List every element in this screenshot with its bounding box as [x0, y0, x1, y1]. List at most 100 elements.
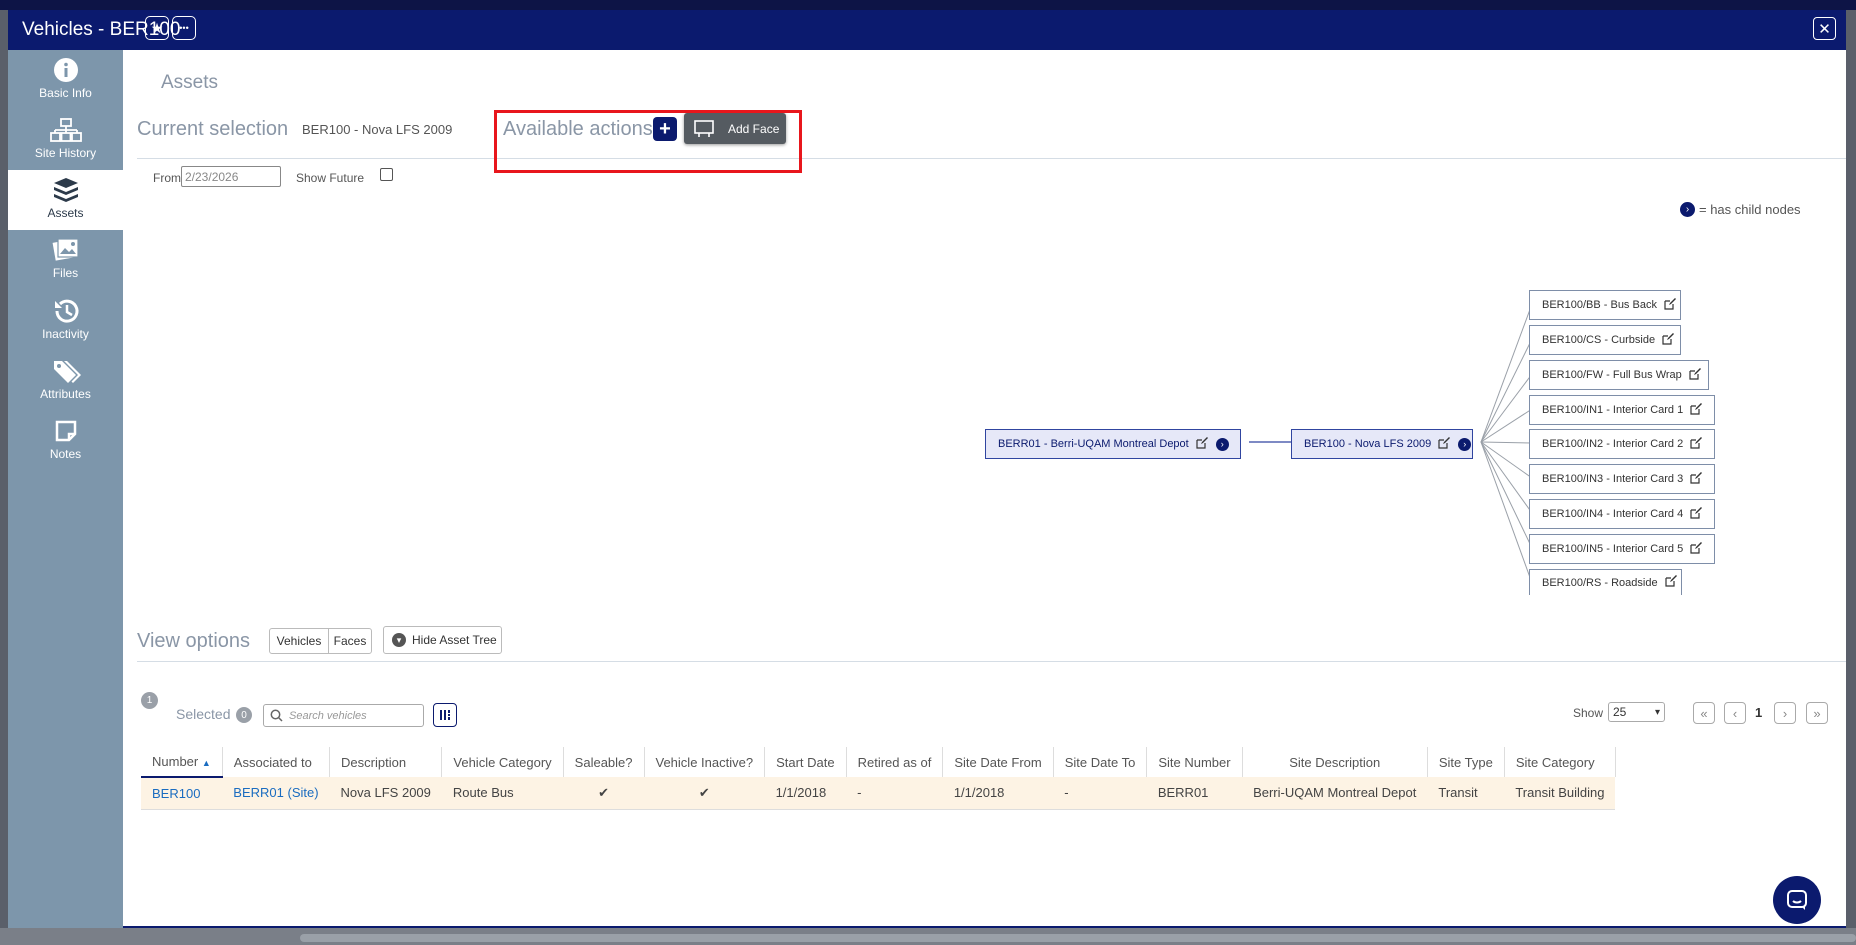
node-label: BER100/FW - Full Bus Wrap [1542, 369, 1682, 381]
horizontal-scrollbar[interactable] [300, 934, 1856, 942]
sidebar-item-notes[interactable]: Notes [8, 411, 123, 471]
node-label: BER100/CS - Curbside [1542, 334, 1656, 346]
column-header-associated-to[interactable]: Associated to [222, 747, 331, 777]
node-label: BER100/RS - Roadside [1542, 576, 1658, 589]
cell-associated-to[interactable]: BERR01 (Site) [222, 777, 330, 810]
edit-icon[interactable] [1662, 332, 1675, 348]
sidebar-item-site-history[interactable]: Site History [8, 110, 123, 170]
tree-node-face[interactable]: BER100/IN5 - Interior Card 5 [1529, 534, 1715, 564]
edit-icon[interactable] [1690, 471, 1703, 487]
edit-icon[interactable] [1438, 436, 1451, 452]
more-options-button[interactable]: ••• [172, 16, 196, 40]
cell-number[interactable]: BER100 [141, 777, 223, 810]
cell-site-description: Berri-UQAM Montreal Depot [1242, 777, 1428, 810]
divider [137, 661, 1846, 662]
sidebar-item-basic-info[interactable]: Basic Info [8, 50, 123, 110]
column-header-start-date[interactable]: Start Date [764, 747, 847, 777]
tree-node-face[interactable]: BER100/IN1 - Interior Card 1 [1529, 395, 1715, 425]
chat-icon [1787, 890, 1807, 910]
edit-icon[interactable] [1664, 297, 1676, 313]
history-clock-icon [54, 299, 78, 323]
title-bar: Vehicles - BER100 ★ ••• ✕ [8, 10, 1846, 50]
table-row[interactable]: BER100 BERR01 (Site) Nova LFS 2009 Route… [141, 777, 1616, 810]
cell-start-date: 1/1/2018 [764, 777, 847, 810]
cell-vehicle-category: Route Bus [441, 777, 564, 810]
sidebar-item-files[interactable]: Files [8, 230, 123, 290]
tree-node-face[interactable]: BER100/RS - Roadside [1529, 569, 1682, 595]
column-header-description[interactable]: Description [329, 747, 443, 777]
chevron-down-icon: ▾ [392, 633, 406, 647]
sidebar-item-inactivity[interactable]: Inactivity [8, 291, 123, 351]
node-label: BER100/IN2 - Interior Card 2 [1542, 438, 1684, 450]
view-faces-button[interactable]: Faces [328, 628, 372, 654]
star-icon: ★ [150, 19, 164, 36]
close-icon: ✕ [1818, 20, 1831, 38]
table-header-row: Number ▲ Associated to Description Vehic… [141, 747, 1616, 778]
edit-icon[interactable] [1664, 575, 1677, 590]
first-page-button[interactable]: « [1693, 702, 1715, 724]
column-header-site-category[interactable]: Site Category [1504, 747, 1616, 777]
column-header-vehicle-category[interactable]: Vehicle Category [441, 747, 564, 777]
tree-node-face[interactable]: BER100/IN2 - Interior Card 2 [1529, 429, 1715, 459]
cell-site-category: Transit Building [1504, 777, 1616, 810]
view-vehicles-button[interactable]: Vehicles [269, 628, 329, 654]
column-header-number[interactable]: Number ▲ [141, 747, 223, 778]
cell-site-number: BERR01 [1146, 777, 1243, 810]
ellipsis-icon: ••• [179, 23, 189, 33]
column-header-site-description[interactable]: Site Description [1242, 747, 1428, 777]
sidebar-item-label: Files [52, 266, 79, 280]
sidebar: Basic Info Site History Assets Files Ina… [8, 50, 123, 928]
column-header-site-number[interactable]: Site Number [1146, 747, 1243, 777]
column-header-vehicle-inactive[interactable]: Vehicle Inactive? [644, 747, 766, 777]
bottom-bar [123, 926, 1846, 928]
last-page-button[interactable]: » [1806, 702, 1828, 724]
cell-site-date-to: - [1053, 777, 1147, 810]
node-label: BER100/IN3 - Interior Card 3 [1542, 473, 1684, 485]
edit-icon[interactable] [1690, 506, 1703, 522]
chevron-down-icon: ▾ [1654, 706, 1660, 718]
tags-icon [53, 361, 81, 383]
close-window-button[interactable]: ✕ [1813, 17, 1836, 40]
hide-asset-tree-button[interactable]: ▾ Hide Asset Tree [383, 626, 502, 654]
tree-node-face[interactable]: BER100/FW - Full Bus Wrap [1529, 360, 1709, 390]
column-header-site-date-to[interactable]: Site Date To [1053, 747, 1148, 777]
sidebar-item-assets[interactable]: Assets [8, 170, 123, 230]
node-label: BER100/IN5 - Interior Card 5 [1542, 543, 1684, 555]
next-page-button[interactable]: › [1774, 702, 1796, 724]
tree-node-face[interactable]: BER100/IN4 - Interior Card 4 [1529, 499, 1715, 529]
sort-asc-icon: ▲ [201, 758, 211, 768]
column-chooser-button[interactable] [433, 703, 457, 727]
edit-icon[interactable] [1689, 367, 1701, 383]
tree-node-face[interactable]: BER100/BB - Bus Back [1529, 290, 1681, 320]
current-page: 1 [1755, 705, 1763, 720]
tree-node-selected[interactable]: BER100 - Nova LFS 2009 › [1291, 429, 1473, 459]
cell-vehicle-inactive: ✔ [644, 777, 765, 810]
sidebar-item-label: Notes [49, 447, 82, 461]
tree-node-root[interactable]: BERR01 - Berri-UQAM Montreal Depot › [985, 429, 1241, 459]
edit-icon[interactable] [1196, 436, 1208, 452]
chat-launcher-button[interactable] [1773, 876, 1821, 924]
column-header-site-type[interactable]: Site Type [1427, 747, 1505, 777]
page-size-select[interactable]: 25 ▾ [1608, 702, 1665, 722]
column-header-site-date-from[interactable]: Site Date From [942, 747, 1054, 777]
column-header-retired-as-of[interactable]: Retired as of [846, 747, 944, 777]
edit-icon[interactable] [1690, 402, 1703, 418]
tree-node-face[interactable]: BER100/CS - Curbside [1529, 325, 1681, 355]
search-vehicles-input[interactable]: Search vehicles [263, 704, 424, 727]
highlight-box [494, 110, 802, 173]
node-label: BER100/BB - Bus Back [1542, 299, 1657, 311]
favorite-star-button[interactable]: ★ [145, 16, 169, 40]
expand-children-icon[interactable]: › [1458, 437, 1472, 451]
column-header-saleable[interactable]: Saleable? [563, 747, 645, 777]
expand-children-icon[interactable]: › [1215, 437, 1229, 451]
count-badge: 1 [141, 692, 158, 709]
edit-icon[interactable] [1690, 436, 1703, 452]
backdrop [0, 0, 1856, 10]
sidebar-item-attributes[interactable]: Attributes [8, 351, 123, 411]
sidebar-item-label: Site History [34, 146, 97, 160]
tree-node-face[interactable]: BER100/IN3 - Interior Card 3 [1529, 464, 1715, 494]
columns-icon [440, 710, 450, 720]
node-label: BERR01 - Berri-UQAM Montreal Depot [998, 438, 1189, 450]
previous-page-button[interactable]: ‹ [1724, 702, 1746, 724]
edit-icon[interactable] [1690, 541, 1703, 557]
